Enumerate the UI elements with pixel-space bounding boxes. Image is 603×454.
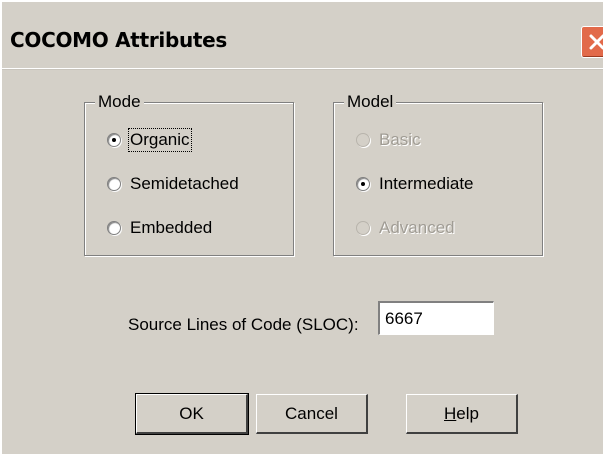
model-group: Model Basic Intermediate Advanced [333, 91, 543, 256]
mode-group: Mode Organic Semidetached Embedded [84, 91, 294, 256]
close-button[interactable] [581, 26, 603, 58]
mode-embedded-radio[interactable]: Embedded [107, 215, 212, 241]
sloc-label: Source Lines of Code (SLOC): [128, 315, 359, 334]
radio-unselected-icon [107, 177, 121, 191]
model-basic-radio: Basic [356, 127, 421, 153]
mode-semidetached-label: Semidetached [130, 174, 239, 193]
cancel-button-label: Cancel [285, 403, 338, 423]
model-advanced-radio: Advanced [356, 215, 455, 241]
mode-organic-radio[interactable]: Organic [107, 127, 192, 153]
model-advanced-label: Advanced [379, 218, 455, 237]
dialog-title: COCOMO Attributes [10, 28, 228, 52]
sloc-input[interactable] [378, 301, 494, 335]
mode-organic-label: Organic [128, 128, 192, 152]
model-intermediate-label: Intermediate [379, 174, 474, 193]
title-bar: COCOMO Attributes [2, 2, 603, 69]
radio-selected-icon [356, 177, 370, 191]
close-icon [589, 34, 603, 50]
mode-group-legend: Mode [95, 91, 144, 113]
cancel-button[interactable]: Cancel [256, 394, 368, 434]
ok-button[interactable]: OK [135, 393, 249, 435]
model-basic-label: Basic [379, 130, 421, 149]
help-button-label: Help [444, 404, 479, 424]
radio-disabled-icon [356, 221, 370, 235]
help-label-rest: elp [456, 403, 479, 423]
cocomo-attributes-dialog: COCOMO Attributes Mode Organic Semidetac… [0, 0, 603, 454]
model-group-legend: Model [344, 91, 397, 113]
radio-unselected-icon [107, 221, 121, 235]
radio-disabled-icon [356, 133, 370, 147]
mode-semidetached-radio[interactable]: Semidetached [107, 171, 239, 197]
model-intermediate-radio[interactable]: Intermediate [356, 171, 474, 197]
radio-selected-icon [107, 133, 121, 147]
ok-button-label: OK [179, 403, 204, 423]
help-button[interactable]: Help [406, 394, 518, 434]
help-mnemonic: H [444, 403, 457, 423]
mode-embedded-label: Embedded [130, 218, 213, 237]
